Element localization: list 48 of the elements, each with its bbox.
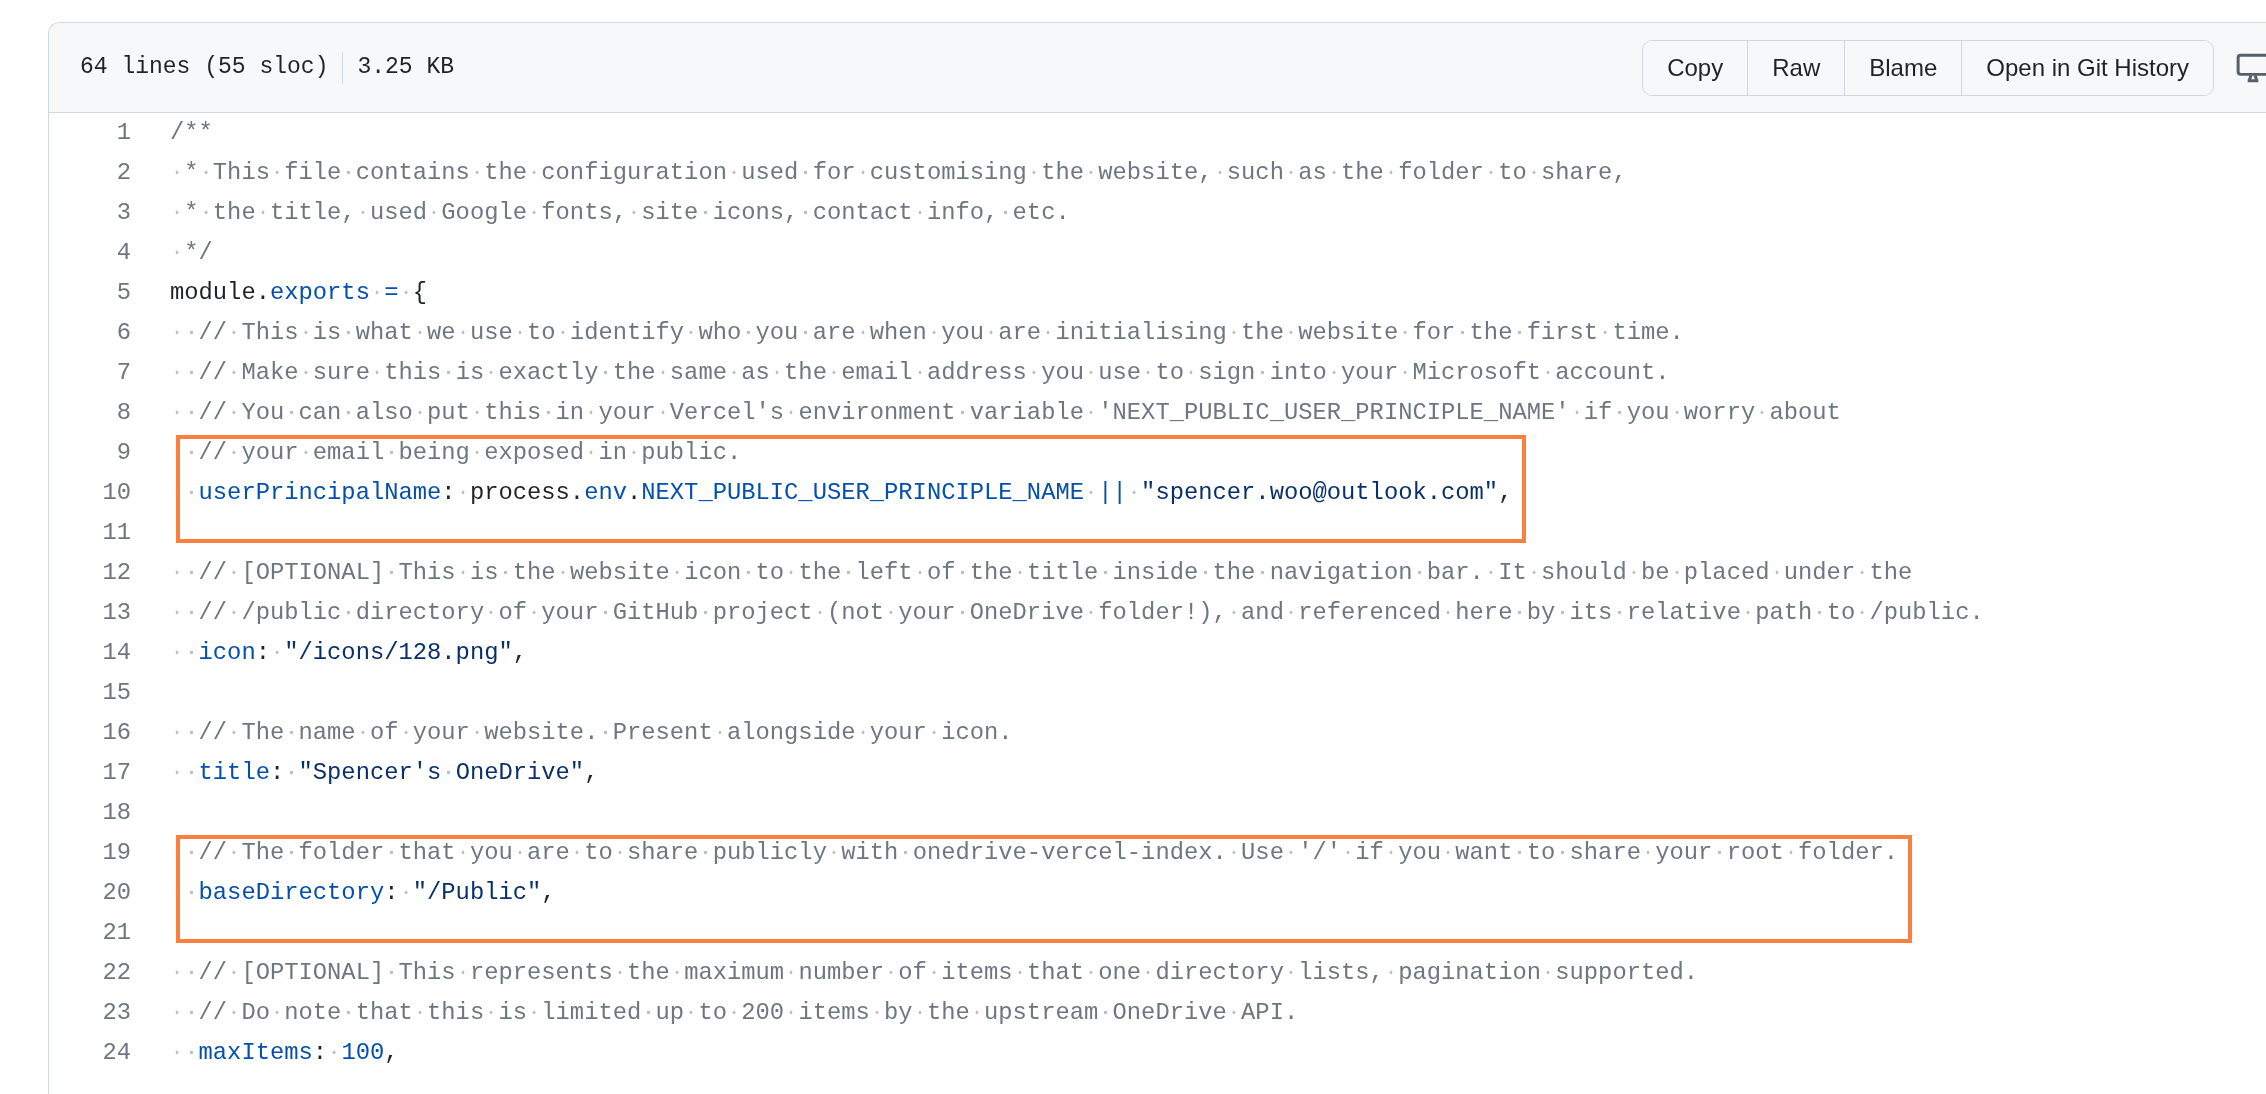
line-number: 12: [101, 558, 131, 588]
code-line: module.exports = {: [170, 278, 428, 308]
line-number: 9: [115, 438, 131, 468]
code-line: // You can also put this in your Vercel's environment variable 'NEXT_PUBLIC_USER_PRINCIPLE_NAME' if you worry about: [170, 393, 1841, 433]
line-number: 8: [115, 398, 131, 428]
line-number: 17: [101, 758, 131, 788]
line-number: 11: [101, 518, 131, 548]
line-number: 20: [101, 878, 131, 908]
line-number: 2: [115, 158, 131, 188]
desktop-icon[interactable]: [2236, 52, 2266, 83]
line-number: 18: [101, 798, 131, 828]
code-line: * This file contains the configuration used for customising the website, such as the folder to share,: [170, 153, 1627, 193]
line-number: 22: [101, 958, 131, 988]
toolbar-button[interactable]: Open in Git History: [1961, 40, 2213, 95]
code-line: /**: [170, 118, 213, 148]
line-number: 7: [115, 358, 131, 388]
code-line: // your email being exposed in public.: [170, 433, 742, 473]
code-line: icon: "/icons/128.png",: [170, 633, 528, 673]
line-number: 15: [101, 678, 131, 708]
line-number: 6: [115, 318, 131, 348]
line-number: 5: [115, 278, 131, 308]
code-line: // [OPTIONAL] This represents the maximum number of items that one directory lists, pagination supported.: [170, 953, 1699, 993]
code-line: baseDirectory: "/Public",: [170, 873, 556, 913]
code-line: */: [170, 233, 213, 273]
code-line: // Make sure this is exactly the same as the email address you use to sign into your Microsoft account.: [170, 353, 1670, 393]
code-line: // Do note that this is limited up to 200 items by the upstream OneDrive API.: [170, 993, 1299, 1033]
code-line: // [OPTIONAL] This is the website icon to the left of the title inside the navigation bar. It should be placed under the: [170, 553, 1913, 593]
code-line: userPrincipalName: process.env.NEXT_PUBLIC_USER_PRINCIPLE_NAME || "spencer.woo@outlook.com",: [170, 473, 1513, 513]
line-number: 4: [115, 238, 131, 268]
file-size: 3.25 KB: [357, 53, 455, 83]
line-number: 16: [101, 718, 131, 748]
code-line: // The name of your website. Present alongside your icon.: [170, 713, 1013, 753]
code-line: title: "Spencer's OneDrive",: [170, 753, 599, 793]
code-line: * the title, used Google fonts, site icons, contact info, etc.: [170, 193, 1070, 233]
line-number: 24: [101, 1038, 131, 1068]
line-number: 13: [101, 598, 131, 628]
code-line: maxItems: 100,: [170, 1033, 399, 1073]
line-number: 19: [101, 838, 131, 868]
code-line: // /public directory of your GitHub project (not your OneDrive folder!), and referenced here by its relative path to /public.: [170, 593, 1984, 633]
code-line: // The folder that you are to share publicly with onedrive-vercel-index. Use '/' if you want to share your root folder.: [170, 833, 1898, 873]
line-number: 23: [101, 998, 131, 1028]
code-line: // This is what we use to identify who you are when you are initialising the website for the first time.: [170, 313, 1684, 353]
line-number: 14: [101, 638, 131, 668]
line-number: 21: [101, 918, 131, 948]
line-number: 3: [115, 198, 131, 228]
line-number: 1: [115, 118, 131, 148]
line-number: 10: [101, 478, 131, 508]
line-count: 64 lines (55 sloc): [80, 53, 329, 83]
